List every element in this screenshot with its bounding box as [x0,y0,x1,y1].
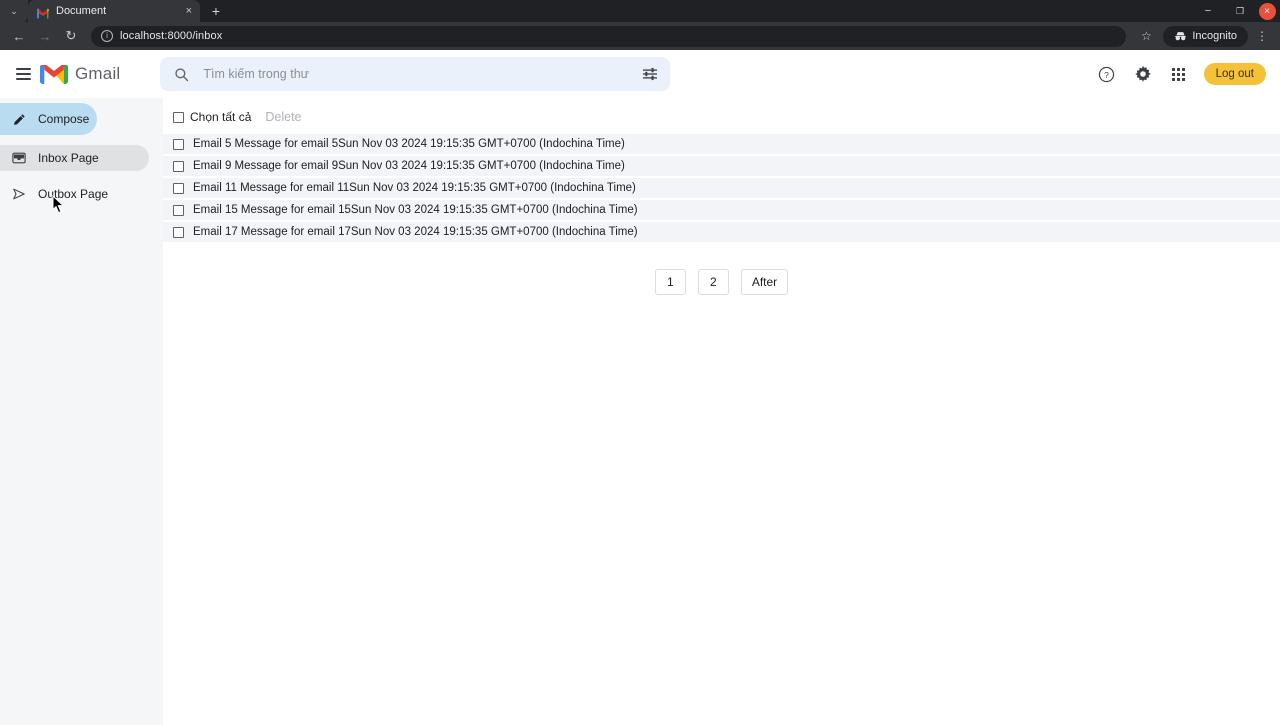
search-input[interactable] [203,67,628,81]
bookmark-star-icon[interactable]: ☆ [1135,29,1157,43]
gmail-wordmark: Gmail [75,64,120,84]
browser-tab[interactable]: Document × [28,0,200,22]
svg-text:?: ? [1104,70,1109,80]
search-box[interactable] [160,57,670,91]
reload-button[interactable]: ↻ [60,25,82,47]
row-checkbox[interactable] [173,139,184,150]
gmail-brand: Gmail [40,64,120,85]
tune-icon[interactable] [642,67,658,81]
help-icon: ? [1098,66,1115,83]
email-summary: Email 11 Message for email 11Sun Nov 03 … [193,182,636,194]
tab-strip: ⌄ Document × + − ❐ [0,0,1280,22]
tab-close-icon[interactable]: × [184,6,194,17]
browser-chrome: ⌄ Document × + − ❐ [0,0,1280,50]
plus-icon: + [212,3,220,19]
sidebar: Compose Inbox Page Outbox Page [0,98,163,725]
table-row[interactable]: Email 17 Message for email 17Sun Nov 03 … [163,222,1280,244]
incognito-label: Incognito [1192,30,1237,42]
logout-button[interactable]: Log out [1204,63,1266,85]
page-button-2[interactable]: 2 [698,269,729,295]
minimize-button[interactable]: − [1192,0,1224,22]
send-icon [12,187,26,201]
row-checkbox[interactable] [173,161,184,172]
arrow-right-icon: → [39,29,52,44]
email-summary: Email 5 Message for email 5Sun Nov 03 20… [193,138,625,150]
inbox-icon [12,151,26,165]
site-info-icon[interactable]: i [101,30,113,42]
email-summary: Email 17 Message for email 17Sun Nov 03 … [193,226,638,238]
apps-button[interactable] [1168,63,1190,85]
search-icon [174,67,189,82]
reload-icon: ↻ [66,28,77,44]
pagination: 1 2 After [163,269,1280,295]
page-button-1[interactable]: 1 [655,269,686,295]
window-controls: − ❐ × [1192,0,1280,22]
app-body: Compose Inbox Page Outbox Page [0,98,1280,725]
url-text: localhost:8000/inbox [120,30,222,42]
email-summary: Email 15 Message for email 15Sun Nov 03 … [193,204,638,216]
tab-title: Document [56,5,177,17]
sidebar-item-inbox[interactable]: Inbox Page [0,145,149,171]
table-row[interactable]: Email 15 Message for email 15Sun Nov 03 … [163,200,1280,222]
tab-search-button[interactable]: ⌄ [0,0,28,22]
incognito-icon [1174,31,1187,42]
minimize-icon: − [1205,5,1211,17]
table-row[interactable]: Email 5 Message for email 5Sun Nov 03 20… [163,134,1280,156]
pencil-icon [12,113,26,126]
select-all-checkbox[interactable] [173,112,184,123]
email-summary: Email 9 Message for email 9Sun Nov 03 20… [193,160,625,172]
sidebar-item-outbox[interactable]: Outbox Page [0,181,149,207]
sidebar-item-label: Outbox Page [38,187,108,201]
compose-label: Compose [38,112,89,126]
row-checkbox[interactable] [173,227,184,238]
row-checkbox[interactable] [173,183,184,194]
settings-button[interactable] [1132,63,1154,85]
row-checkbox[interactable] [173,205,184,216]
table-row[interactable]: Email 9 Message for email 9Sun Nov 03 20… [163,156,1280,178]
header-actions: ? Log out [1096,63,1266,85]
list-toolbar: Chọn tất cả Delete [163,103,1280,131]
search-container [160,57,670,91]
compose-button[interactable]: Compose [0,103,97,135]
address-bar[interactable]: i localhost:8000/inbox [91,26,1126,47]
gmail-favicon-icon [37,6,49,17]
back-button[interactable]: ← [8,25,30,47]
gmail-header: Gmail [0,50,1280,98]
gmail-logo-icon [40,64,68,85]
chevron-down-icon: ⌄ [10,6,18,17]
maximize-icon: ❐ [1236,6,1244,17]
browser-toolbar: ← → ↻ i localhost:8000/inbox ☆ Incognito… [0,22,1280,50]
main-content: Chọn tất cả Delete Email 5 Message for e… [163,98,1280,725]
apps-grid-icon [1172,68,1185,81]
table-row[interactable]: Email 11 Message for email 11Sun Nov 03 … [163,178,1280,200]
kebab-menu-icon: ⋮ [1256,29,1268,43]
close-window-button[interactable]: × [1256,0,1280,22]
delete-button[interactable]: Delete [265,110,301,124]
main-menu-icon[interactable] [8,59,38,89]
select-all-label: Chọn tất cả [190,110,251,124]
incognito-indicator[interactable]: Incognito [1163,26,1248,47]
maximize-button[interactable]: ❐ [1224,0,1256,22]
forward-button[interactable]: → [34,25,56,47]
page-button-after[interactable]: After [741,269,788,295]
email-list: Email 5 Message for email 5Sun Nov 03 20… [163,134,1280,244]
new-tab-button[interactable]: + [204,0,228,22]
help-button[interactable]: ? [1096,63,1118,85]
gmail-app: Gmail [0,50,1280,725]
browser-menu-button[interactable]: ⋮ [1252,29,1272,43]
sidebar-item-label: Inbox Page [38,151,99,165]
gear-icon [1134,65,1152,83]
close-icon: × [1259,3,1276,20]
arrow-left-icon: ← [13,29,26,44]
